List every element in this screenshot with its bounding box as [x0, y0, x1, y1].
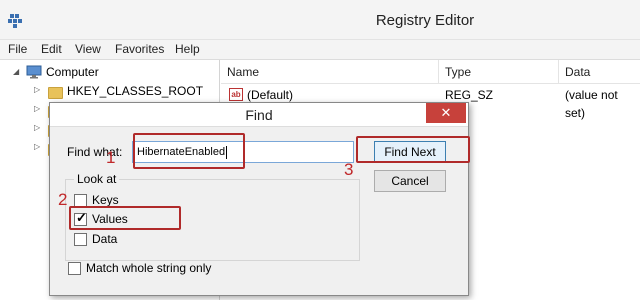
annotation-step-3: 3 [344, 160, 354, 179]
match-whole-label: Match whole string only [86, 261, 212, 275]
column-header-type[interactable]: Type [439, 60, 559, 84]
data-checkbox[interactable] [74, 233, 87, 246]
value-data: (value not set) [565, 88, 618, 120]
window-title: Registry Editor [375, 12, 475, 29]
expand-arrow-icon[interactable]: ▷ [34, 85, 40, 94]
annotation-box-find-next [356, 136, 470, 163]
menu-view[interactable]: View [75, 42, 101, 56]
computer-icon [26, 65, 42, 79]
dialog-title-bar: Find ✕ [50, 103, 468, 127]
folder-icon [48, 87, 63, 99]
match-whole-checkbox[interactable] [68, 262, 81, 275]
data-label: Data [92, 232, 118, 246]
title-bar: Registry Editor [0, 0, 640, 40]
close-icon: ✕ [440, 105, 452, 120]
column-header-data[interactable]: Data [559, 60, 640, 84]
keys-label: Keys [92, 193, 119, 207]
menu-favorites[interactable]: Favorites [115, 42, 164, 56]
annotation-box-values [69, 206, 181, 230]
annotation-box-find-what [133, 133, 245, 169]
cancel-button[interactable]: Cancel [374, 170, 446, 192]
menu-help[interactable]: Help [175, 42, 200, 56]
annotation-step-1: 1 [106, 148, 116, 167]
expand-arrow-icon[interactable]: ▷ [34, 142, 40, 151]
expand-arrow-icon[interactable]: ▷ [34, 123, 40, 132]
close-button[interactable]: ✕ [426, 103, 466, 123]
menu-bar: File Edit View Favorites Help [0, 40, 640, 60]
tree-item-computer[interactable]: Computer [46, 63, 99, 81]
tree-item-hkey-classes-root[interactable]: HKEY_CLASSES_ROOT [67, 82, 203, 100]
string-value-icon: ab [229, 88, 243, 101]
column-header-name[interactable]: Name [221, 60, 439, 84]
find-dialog: Find ✕ Find what: HibernateEnabled Find … [49, 102, 469, 296]
look-at-label: Look at [74, 172, 120, 186]
menu-file[interactable]: File [8, 42, 27, 56]
collapse-arrow-icon[interactable]: ◢ [13, 67, 19, 76]
annotation-step-2: 2 [58, 190, 68, 209]
menu-edit[interactable]: Edit [41, 42, 62, 56]
expand-arrow-icon[interactable]: ▷ [34, 104, 40, 113]
dialog-title: Find [245, 107, 273, 123]
